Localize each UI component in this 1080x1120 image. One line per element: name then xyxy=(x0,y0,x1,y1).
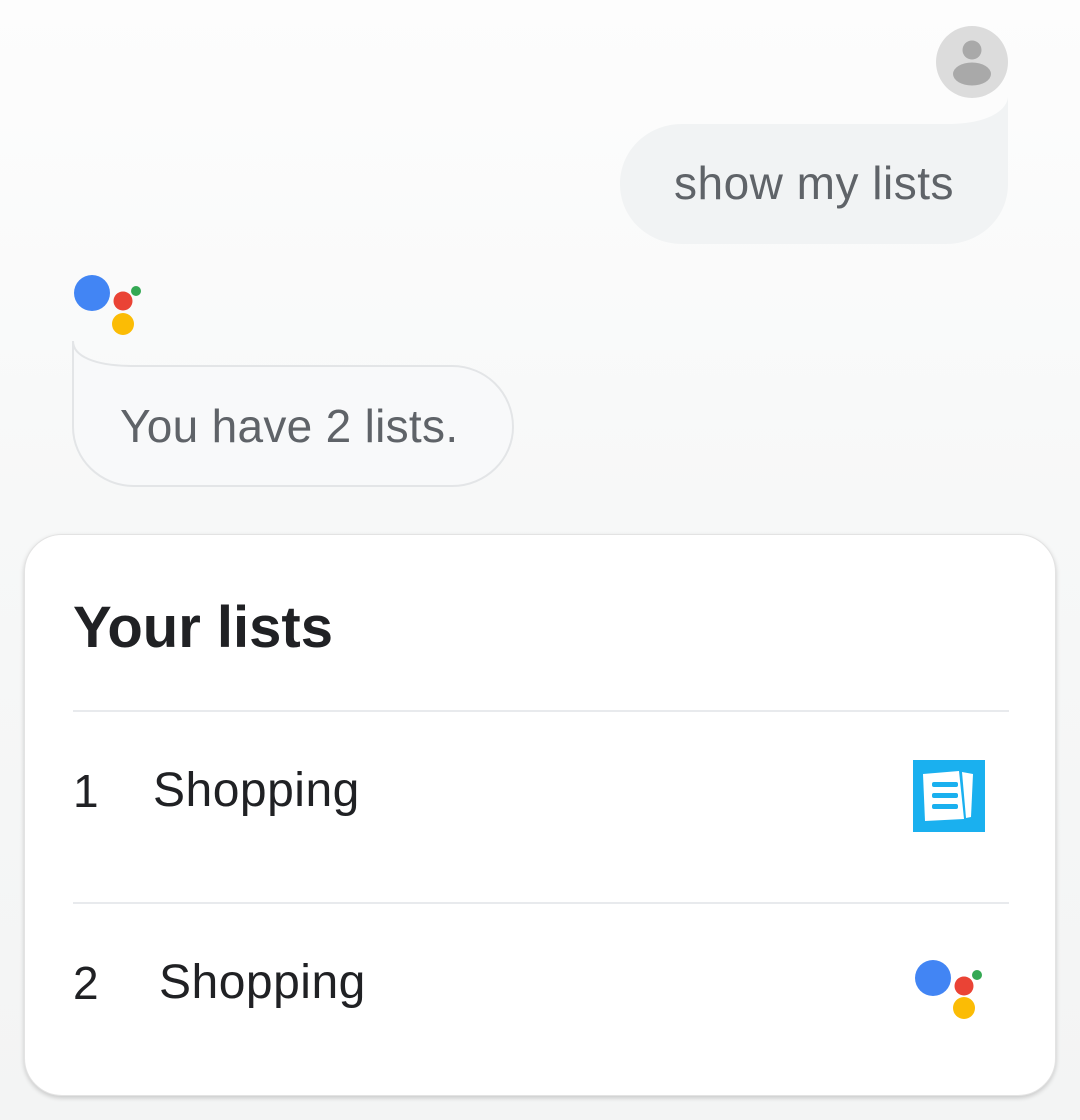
google-assistant-icon xyxy=(72,272,148,340)
list-item-number: 1 xyxy=(73,765,99,817)
user-query-bubble: show my lists xyxy=(620,96,1008,246)
google-assistant-icon xyxy=(913,957,989,1030)
list-item-name: Shopping xyxy=(159,956,366,1009)
assistant-reply-bubble: You have 2 lists. xyxy=(72,340,516,490)
user-avatar-icon[interactable] xyxy=(936,26,1008,98)
list-app-icon xyxy=(913,760,985,837)
divider xyxy=(73,710,1009,712)
list-item[interactable]: 2 Shopping xyxy=(25,923,1055,1043)
list-item-name: Shopping xyxy=(153,764,360,817)
assistant-reply-text: You have 2 lists. xyxy=(120,400,459,452)
lists-card: Your lists 1 Shopping 2 Shopping xyxy=(24,534,1056,1096)
list-item-number: 2 xyxy=(73,957,99,1009)
user-query-text: show my lists xyxy=(674,157,954,209)
list-item[interactable]: 1 Shopping xyxy=(25,731,1055,851)
divider xyxy=(73,902,1009,904)
card-title: Your lists xyxy=(73,595,333,660)
